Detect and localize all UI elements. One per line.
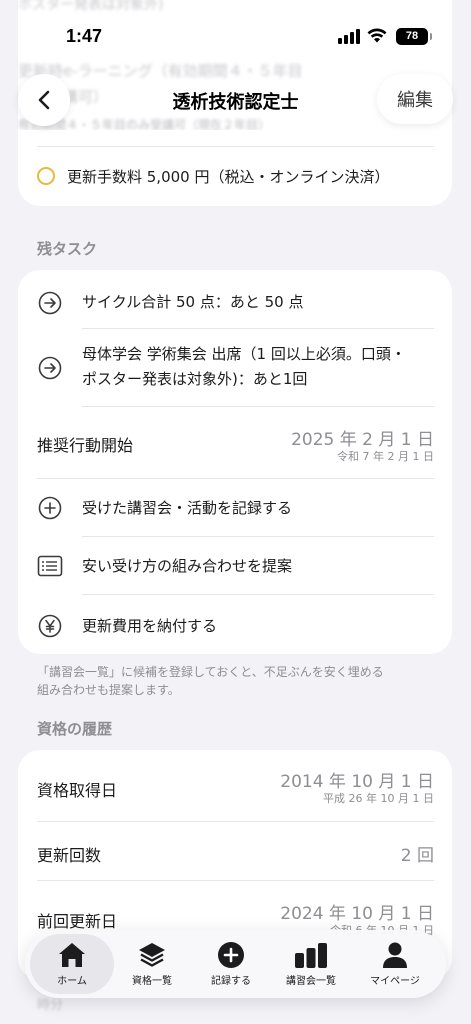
bar-chart-icon (295, 943, 327, 968)
task-row[interactable]: 母体学会 学術集会 出席（1 回以上必須。口頭・ ポスター発表は対象外)：あと1… (37, 342, 434, 398)
home-icon (59, 943, 85, 967)
history-value: 2 回 (400, 846, 434, 866)
page-title: 透析技術認定士 (172, 92, 299, 113)
footnote-line: 組み合わせも提案します。 (37, 683, 180, 697)
tab-certifications[interactable]: 資格一覧 (110, 934, 194, 994)
fee-text: 更新手数料 5,000 円（税込・オンライン決済） (67, 167, 390, 186)
divider (37, 880, 434, 881)
chevron-left-icon (38, 90, 50, 110)
yen-circle-icon (38, 614, 62, 638)
section-title-history: 資格の履歴 (37, 720, 113, 738)
task-row[interactable]: サイクル合計 50 点：あと 50 点 (37, 286, 434, 320)
back-button[interactable] (18, 74, 70, 126)
divider (82, 536, 434, 537)
task-text: 母体学会 学術集会 出席（1 回以上必須。口頭・ (82, 345, 406, 363)
tab-seminars[interactable]: 講習会一覧 (269, 934, 353, 994)
history-label: 前回更新日 (37, 912, 118, 931)
history-label: 資格取得日 (37, 781, 118, 800)
recommended-start-date-jp: 令和 7 年 2 月 1 日 (337, 450, 434, 463)
footnote: 「講習会一覧」に候補を登録しておくと、不足ぶんを安く埋める 組み合わせも提案しま… (37, 663, 437, 699)
pending-ring-icon (37, 167, 55, 185)
action-label: 受けた講習会・活動を記録する (82, 499, 293, 517)
tab-label: ホーム (57, 976, 87, 987)
task-text: サイクル合計 50 点：あと 50 点 (82, 293, 304, 311)
tab-mypage[interactable]: マイページ (353, 934, 437, 994)
history-date: 2024 年 10 月 1 日 (280, 904, 434, 924)
history-date: 2014 年 10 月 1 日 (280, 772, 434, 792)
status-bar: 1:47 78 (0, 0, 471, 60)
wifi-icon (367, 28, 387, 43)
record-activity-button[interactable]: 受けた講習会・活動を記録する (37, 492, 434, 524)
remaining-tasks-card: サイクル合計 50 点：あと 50 点 母体学会 学術集会 出席（1 回以上必須… (18, 270, 452, 654)
pay-renewal-fee-button[interactable]: 更新費用を納付する (37, 610, 434, 642)
tab-label: 記録する (211, 976, 251, 987)
section-title-remaining-tasks: 残タスク (37, 240, 98, 258)
plus-circle-icon (38, 496, 62, 520)
action-label: 安い受け方の組み合わせを提案 (82, 557, 293, 575)
layers-icon (139, 943, 165, 967)
recommended-start-label: 推奨行動開始 (37, 436, 134, 455)
plus-circle-filled-icon (218, 942, 244, 968)
fee-row: 更新手数料 5,000 円（税込・オンライン決済） (37, 164, 389, 188)
suggest-combination-button[interactable]: 安い受け方の組み合わせを提案 (37, 550, 434, 582)
action-label: 更新費用を納付する (82, 617, 218, 635)
task-text: ポスター発表は対象外)：あと1回 (82, 370, 308, 388)
edit-button[interactable]: 編集 (377, 74, 453, 124)
divider (82, 328, 434, 329)
history-label: 更新回数 (37, 846, 102, 865)
tab-bar: ホーム 資格一覧 記録する 講習会一覧 マイページ (25, 930, 446, 998)
list-icon (37, 555, 63, 577)
divider (82, 406, 434, 407)
history-row: 更新回数 2 回 (37, 836, 434, 870)
tab-label: 資格一覧 (132, 976, 172, 987)
tab-record[interactable]: 記録する (189, 934, 273, 994)
divider (82, 594, 434, 595)
tab-label: マイページ (370, 976, 420, 987)
divider (37, 478, 434, 479)
tab-label: 講習会一覧 (286, 976, 336, 987)
arrow-right-circle-icon (38, 356, 62, 380)
history-row: 資格取得日 2014 年 10 月 1 日 平成 26 年 10 月 1 日 (37, 764, 434, 820)
footnote-line: 「講習会一覧」に候補を登録しておくと、不足ぶんを安く埋める (37, 665, 384, 679)
arrow-right-circle-icon (38, 291, 62, 315)
recommended-start-date: 2025 年 2 月 1 日 (291, 430, 434, 450)
battery-icon: 78 (396, 28, 432, 45)
tab-home[interactable]: ホーム (30, 934, 114, 994)
person-icon (383, 942, 407, 968)
divider (37, 821, 434, 822)
status-time: 1:47 (66, 26, 103, 46)
screen: ポスター発表は対象外) 更新時e-ラーニング（有効期間４・５年目 のみ受講可） … (0, 0, 471, 1024)
divider (37, 146, 434, 147)
recommended-start-row: 推奨行動開始 2025 年 2 月 1 日 令和 7 年 2 月 1 日 (37, 416, 434, 472)
history-date-jp: 平成 26 年 10 月 1 日 (323, 792, 434, 805)
signal-icon (338, 28, 360, 44)
